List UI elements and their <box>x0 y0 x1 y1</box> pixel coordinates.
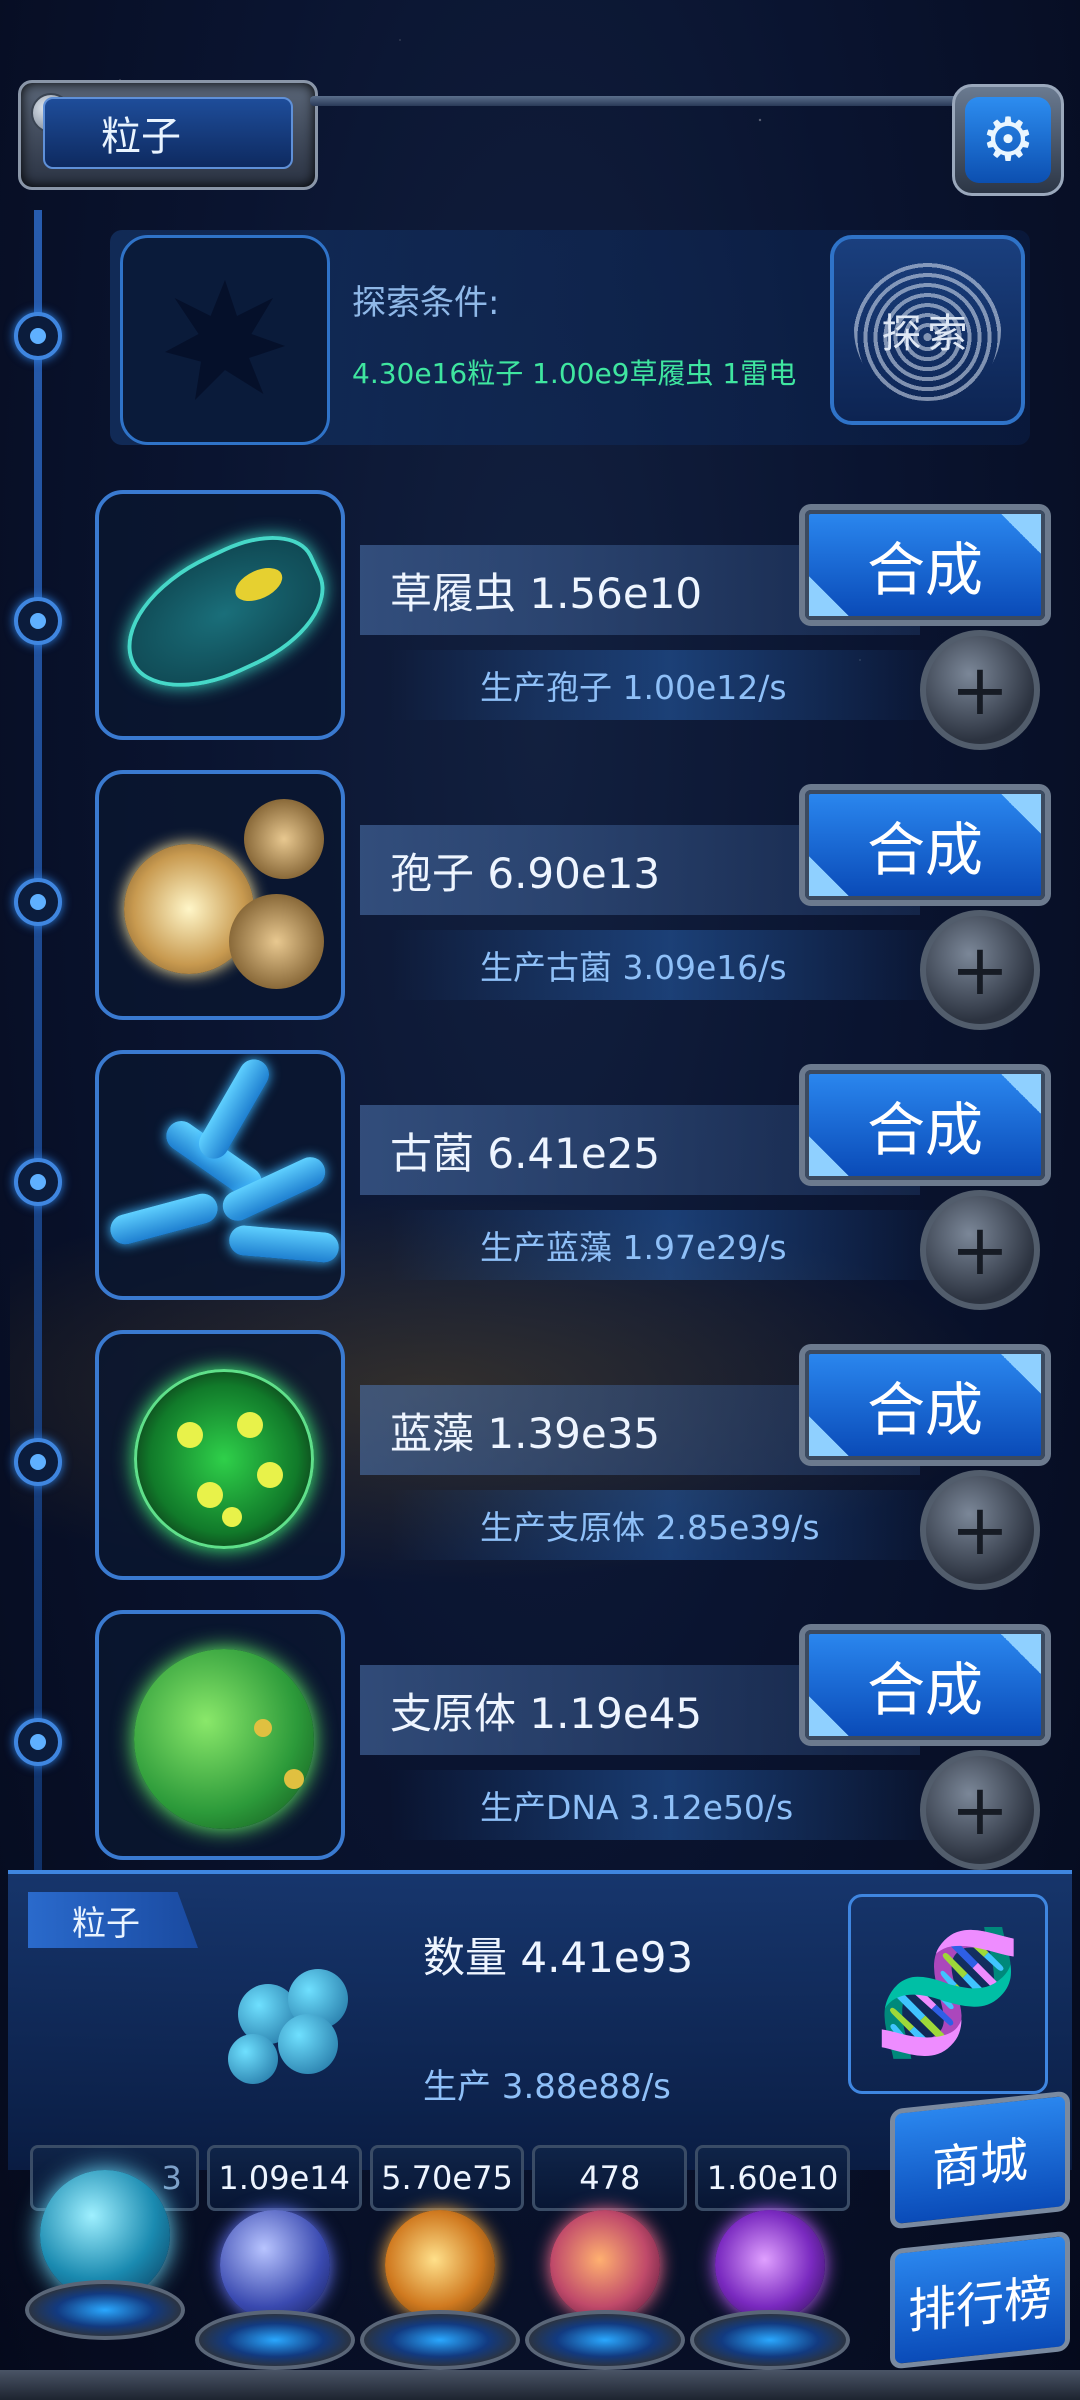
paramecium-image <box>95 490 345 740</box>
pedestal <box>690 2310 850 2370</box>
unknown-organism-image <box>120 235 330 445</box>
plus-icon: + <box>950 649 1010 731</box>
mycoplasma-icon <box>134 1649 314 1829</box>
bacteria-icon <box>227 1224 341 1264</box>
creature-production: 生产蓝藻 1.97e29/s <box>390 1210 950 1280</box>
bottom-frame <box>0 2370 1080 2400</box>
creature-production: 生产古菌 3.09e16/s <box>390 930 950 1000</box>
creature-production: 生产DNA 3.12e50/s <box>390 1770 950 1840</box>
merge-button[interactable]: 合成 <box>805 1070 1045 1180</box>
particle-cluster-icon <box>218 1954 378 2104</box>
vortex-orb-icon <box>715 2210 825 2320</box>
spore-image <box>95 770 345 1020</box>
creature-row-cyanobacteria: 蓝藻 1.39e35 生产支原体 2.85e39/s 合成 + <box>90 1330 1070 1590</box>
rail-node <box>14 1438 62 1486</box>
pedestal <box>195 2310 355 2370</box>
merge-button[interactable]: 合成 <box>805 510 1045 620</box>
top-rail <box>310 96 960 106</box>
rail-node <box>14 878 62 926</box>
explore-panel: 探索条件: 4.30e16粒子 1.00e9草履虫 1雷电 探索 <box>110 230 1030 445</box>
rail-node <box>14 1718 62 1766</box>
particle-rate: 生产 3.88e88/s <box>423 2067 671 2107</box>
creature-row-paramecium: 草履虫 1.56e10 生产孢子 1.00e12/s 合成 + <box>90 490 1070 750</box>
spore-icon <box>229 894 324 989</box>
creature-row-archaea: 古菌 6.41e25 生产蓝藻 1.97e29/s 合成 + <box>90 1050 1070 1310</box>
spore-icon <box>244 799 324 879</box>
add-button[interactable]: + <box>920 1190 1040 1310</box>
mycoplasma-image <box>95 1610 345 1860</box>
shop-button[interactable]: 商城 <box>890 2090 1070 2230</box>
dark-cell-icon <box>165 280 285 400</box>
add-button[interactable]: + <box>920 1750 1040 1870</box>
title-plate: 粒子 <box>18 80 318 190</box>
plus-icon: + <box>950 1489 1010 1571</box>
explore-condition: 4.30e16粒子 1.00e9草履虫 1雷电 <box>352 357 797 390</box>
archaea-image <box>95 1050 345 1300</box>
category-lightning[interactable] <box>190 2190 360 2390</box>
pedestal <box>360 2310 520 2370</box>
cyanobacteria-icon <box>134 1369 314 1549</box>
creature-row-spore: 孢子 6.90e13 生产古菌 3.09e16/s 合成 + <box>90 770 1070 1030</box>
plus-icon: + <box>950 929 1010 1011</box>
top-bar: 粒子 ⚙ <box>0 60 1080 210</box>
dna-icon: 🧬 <box>848 1894 1048 2094</box>
explore-label: 探索条件: <box>352 283 500 323</box>
gear-icon: ⚙ <box>965 97 1051 183</box>
category-particle[interactable] <box>20 2160 190 2360</box>
fire-orb-icon <box>385 2210 495 2320</box>
merge-button[interactable]: 合成 <box>805 790 1045 900</box>
pedestal <box>525 2310 685 2370</box>
merge-button[interactable]: 合成 <box>805 1350 1045 1460</box>
page-title: 粒子 <box>43 97 293 169</box>
bacteria-icon <box>193 1054 275 1165</box>
category-brain[interactable] <box>520 2190 690 2390</box>
category-fire[interactable] <box>355 2190 525 2390</box>
paramecium-icon <box>103 515 341 713</box>
particle-tab: 粒子 <box>28 1892 198 1948</box>
cyanobacteria-image <box>95 1330 345 1580</box>
creature-production: 生产支原体 2.85e39/s <box>390 1490 950 1560</box>
brain-orb-icon <box>550 2210 660 2320</box>
particle-count: 数量 4.41e93 <box>423 1933 694 1982</box>
creature-row-mycoplasma: 支原体 1.19e45 生产DNA 3.12e50/s 合成 + <box>90 1610 1070 1870</box>
rail-node <box>14 597 62 645</box>
ranking-button[interactable]: 排行榜 <box>890 2230 1070 2370</box>
plus-icon: + <box>950 1769 1010 1851</box>
merge-button[interactable]: 合成 <box>805 1630 1045 1740</box>
pedestal <box>25 2280 185 2340</box>
settings-button[interactable]: ⚙ <box>952 84 1064 196</box>
explore-button-label: 探索 <box>881 311 974 357</box>
add-button[interactable]: + <box>920 910 1040 1030</box>
add-button[interactable]: + <box>920 1470 1040 1590</box>
plus-icon: + <box>950 1209 1010 1291</box>
add-button[interactable]: + <box>920 630 1040 750</box>
left-rail <box>34 210 42 1870</box>
rail-node <box>14 1158 62 1206</box>
explore-button[interactable]: 探索 <box>830 235 1025 425</box>
category-vortex[interactable] <box>685 2190 855 2390</box>
category-orbs <box>20 2140 850 2370</box>
bacteria-icon <box>106 1190 222 1248</box>
rail-node-refresh-icon <box>14 312 62 360</box>
creature-production: 生产孢子 1.00e12/s <box>390 650 950 720</box>
lightning-orb-icon <box>220 2210 330 2320</box>
